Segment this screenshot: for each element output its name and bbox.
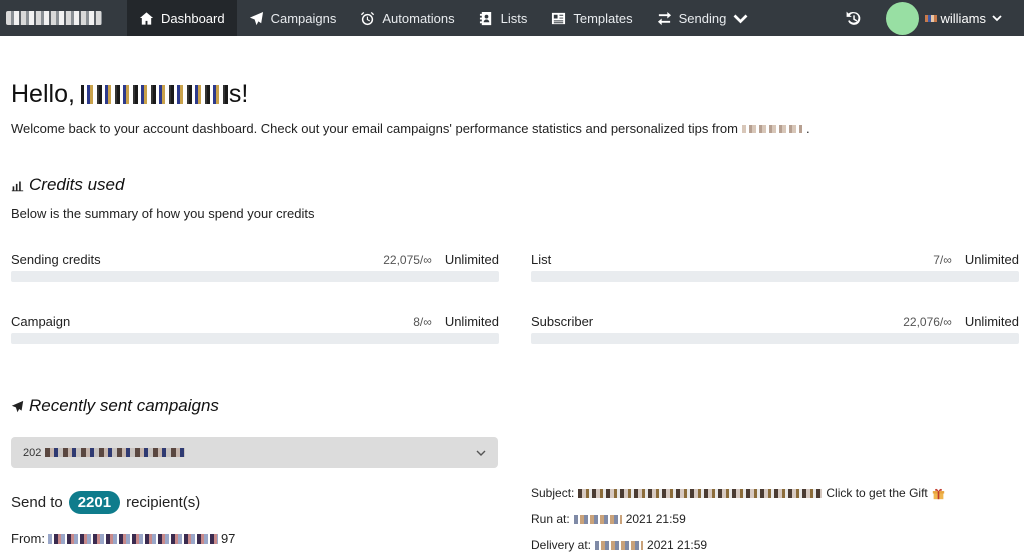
campaign-select-value: 202 (23, 447, 476, 459)
paper-plane-icon (249, 11, 264, 26)
activity-history-button[interactable] (834, 0, 874, 36)
campaign-select[interactable]: 202 (11, 437, 498, 468)
send-to-suffix: recipient(s) (126, 494, 200, 511)
nav-campaigns[interactable]: Campaigns (237, 0, 349, 36)
user-fullname-redacted (81, 85, 229, 104)
newspaper-icon (551, 11, 566, 26)
nav-automations[interactable]: Automations (348, 0, 466, 36)
nav-templates[interactable]: Templates (539, 0, 644, 36)
credits-subtitle: Below is the summary of how you spend yo… (11, 206, 314, 221)
welcome-end: . (806, 121, 810, 136)
nav-lists[interactable]: Lists (467, 0, 540, 36)
nav-dashboard[interactable]: Dashboard (127, 0, 237, 36)
page-title: Hello, s! (11, 80, 248, 109)
top-navbar: Dashboard Campaigns Automations Lists Te… (0, 0, 1024, 36)
progress-bar (531, 333, 1019, 344)
welcome-message: Welcome back to your account dashboard. … (11, 121, 738, 136)
recipient-count-badge: 2201 (69, 491, 120, 514)
user-name-redacted (925, 15, 937, 22)
campaign-select-prefix: 202 (23, 447, 41, 459)
run-at-label: Run at: (531, 512, 570, 526)
chevron-down-icon (992, 13, 1002, 23)
brand-name-redacted (742, 125, 802, 133)
subject-tail: Click to get the Gift (826, 486, 927, 500)
chevron-down-icon (733, 11, 748, 26)
subject-line: Subject: Click to get the Gift (531, 486, 945, 500)
brand-logo[interactable] (0, 0, 127, 36)
user-name-text: williams (941, 11, 987, 26)
history-icon (845, 10, 862, 27)
metric-sending-credits: Sending credits 22,075/∞ Unlimited (11, 252, 499, 282)
nav-templates-label: Templates (573, 11, 632, 26)
metric-label: Sending credits (11, 252, 383, 267)
campaign-name-redacted (45, 448, 185, 457)
progress-bar (11, 333, 499, 344)
from-suffix: 97 (221, 531, 235, 546)
chevron-down-icon (476, 448, 486, 458)
delivery-time: 2021 21:59 (647, 538, 707, 552)
metric-used: 7/∞ (933, 253, 952, 267)
nav-dashboard-label: Dashboard (161, 11, 225, 26)
alarm-clock-icon (360, 11, 375, 26)
progress-bar (11, 271, 499, 282)
metric-label: Subscriber (531, 314, 903, 329)
greeting-suffix: s! (229, 80, 248, 109)
from-line: From: 97 (11, 531, 235, 546)
run-at-time: 2021 21:59 (626, 512, 686, 526)
bar-chart-icon (11, 179, 24, 192)
brand-logo-image (6, 11, 102, 25)
send-to-summary: Send to 2201 recipient(s) (11, 491, 200, 514)
user-name: williams (925, 11, 987, 26)
delivery-date-redacted (595, 541, 643, 550)
from-label: From: (11, 531, 45, 546)
metric-used: 22,076/∞ (903, 315, 952, 329)
metric-campaign: Campaign 8/∞ Unlimited (11, 314, 499, 344)
progress-bar (531, 271, 1019, 282)
metric-limit: Unlimited (965, 252, 1019, 267)
nav-spacer (760, 0, 833, 36)
recent-campaigns-title: Recently sent campaigns (29, 396, 219, 416)
credits-title: Credits used (29, 175, 124, 195)
nav-automations-label: Automations (382, 11, 454, 26)
metric-list: List 7/∞ Unlimited (531, 252, 1019, 282)
paper-plane-icon (11, 400, 24, 413)
greeting-hello: Hello, (11, 80, 75, 109)
metric-label: List (531, 252, 933, 267)
exchange-arrows-icon (657, 11, 672, 26)
nav-sending[interactable]: Sending (645, 0, 761, 36)
delivery-label: Delivery at: (531, 538, 591, 552)
run-at-line: Run at: 2021 21:59 (531, 512, 686, 526)
metric-label: Campaign (11, 314, 413, 329)
nav-lists-label: Lists (501, 11, 528, 26)
metric-limit: Unlimited (965, 314, 1019, 329)
nav-campaigns-label: Campaigns (271, 11, 337, 26)
credits-heading: Credits used (11, 175, 124, 195)
metric-used: 8/∞ (413, 315, 432, 329)
run-at-date-redacted (574, 515, 622, 524)
delivery-at-line: Delivery at: 2021 21:59 (531, 538, 707, 552)
subject-label: Subject: (531, 486, 574, 500)
home-icon (139, 11, 154, 26)
nav-sending-label: Sending (679, 11, 727, 26)
metric-subscriber: Subscriber 22,076/∞ Unlimited (531, 314, 1019, 344)
welcome-text: Welcome back to your account dashboard. … (11, 121, 810, 136)
sender-redacted (48, 534, 218, 544)
metric-limit: Unlimited (445, 314, 499, 329)
subject-redacted (578, 489, 822, 498)
gift-icon (932, 487, 945, 500)
address-book-icon (479, 11, 494, 26)
metric-used: 22,075/∞ (383, 253, 432, 267)
send-to-label: Send to (11, 494, 63, 511)
avatar (886, 2, 919, 35)
metric-limit: Unlimited (445, 252, 499, 267)
recent-campaigns-heading: Recently sent campaigns (11, 396, 219, 416)
user-menu[interactable]: williams (874, 0, 1024, 36)
